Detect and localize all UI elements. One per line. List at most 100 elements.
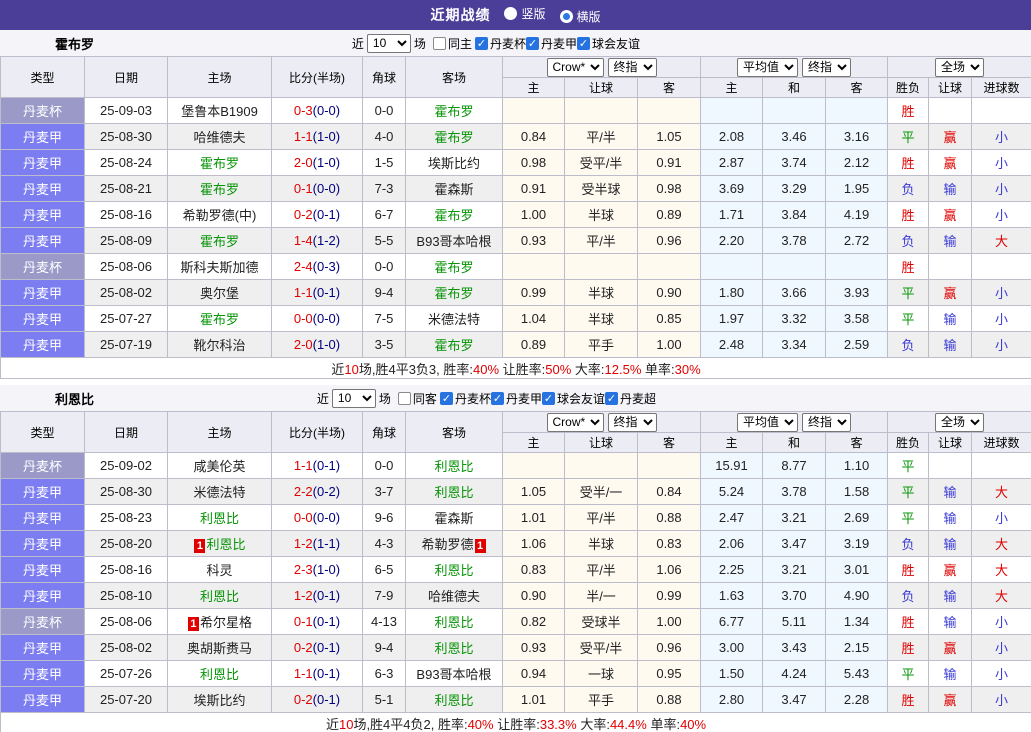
away-odds-cell: 0.84 <box>638 479 701 505</box>
radio-dot <box>563 13 570 20</box>
league-filter[interactable]: ✓丹麦杯 <box>440 390 491 407</box>
home-team-cell: 斯科夫斯加德 <box>168 254 272 280</box>
home-team-cell: 堡鲁本B1909 <box>168 98 272 124</box>
avg-home-cell: 15.91 <box>701 453 763 479</box>
corner-cell: 5-5 <box>363 228 406 254</box>
fulltime-score: 2-3 <box>294 562 313 577</box>
radio-icon[interactable] <box>504 7 517 20</box>
scope-select[interactable]: 全场 <box>935 413 984 432</box>
result-wdl-cell: 胜 <box>888 635 929 661</box>
result-goals-cell: 大 <box>972 557 1031 583</box>
league-checkbox[interactable]: ✓ <box>577 37 590 50</box>
home-team-cell: 奥尔堡 <box>168 280 272 306</box>
average-select[interactable]: 平均值 <box>737 58 798 77</box>
league-label: 丹麦甲 <box>541 35 577 52</box>
bookmaker-select[interactable]: Crow* <box>547 413 604 432</box>
league-checkbox[interactable]: ✓ <box>440 392 453 405</box>
halftime-score: (0-0) <box>313 311 340 326</box>
league-filter[interactable]: ✓丹麦甲 <box>491 390 542 407</box>
league-checkbox[interactable]: ✓ <box>526 37 539 50</box>
league-filter[interactable]: ✓球会友谊 <box>577 35 640 52</box>
league-checkbox[interactable]: ✓ <box>605 392 618 405</box>
league-filter[interactable]: ✓丹麦超 <box>605 390 656 407</box>
same-venue-filter[interactable]: 同客 <box>398 390 437 407</box>
avg-draw-cell: 3.84 <box>763 202 826 228</box>
away-team-cell: 霍布罗 <box>406 332 503 358</box>
bookmaker-select[interactable]: Crow* <box>547 58 604 77</box>
league-filter[interactable]: ✓丹麦杯 <box>475 35 526 52</box>
avg-draw-cell: 3.78 <box>763 228 826 254</box>
league-filter[interactable]: ✓丹麦甲 <box>526 35 577 52</box>
halftime-score: (1-0) <box>313 129 340 144</box>
avg-home-cell: 1.80 <box>701 280 763 306</box>
scope-select[interactable]: 全场 <box>935 58 984 77</box>
home-odds-cell: 0.83 <box>503 557 565 583</box>
score-cell: 1-1(0-1) <box>272 453 363 479</box>
league-checkbox[interactable]: ✓ <box>491 392 504 405</box>
team-label: 希尔星格 <box>200 615 252 630</box>
halftime-score: (0-1) <box>313 692 340 707</box>
home-odds-cell: 0.98 <box>503 150 565 176</box>
col-home: 主场 <box>168 57 272 98</box>
halftime-score: (0-0) <box>313 510 340 525</box>
average-stage-select[interactable]: 终指 <box>802 58 851 77</box>
handicap-cell: 半球 <box>565 306 638 332</box>
bookmaker-stage-select[interactable]: 终指 <box>608 58 657 77</box>
layout-radio[interactable]: 竖版 <box>504 5 545 22</box>
same-venue-checkbox[interactable] <box>433 37 446 50</box>
league-checkbox[interactable]: ✓ <box>475 37 488 50</box>
summary-segment: 让胜率: <box>494 717 540 732</box>
league-filter[interactable]: ✓球会友谊 <box>542 390 605 407</box>
handicap-cell: 半球 <box>565 531 638 557</box>
same-venue-checkbox[interactable] <box>398 392 411 405</box>
away-odds-cell: 0.96 <box>638 635 701 661</box>
halftime-score: (0-1) <box>313 614 340 629</box>
fulltime-score: 2-0 <box>294 155 313 170</box>
section-header: 霍布罗 近 10 场 同主 ✓丹麦杯✓丹麦甲✓球会友谊 <box>0 30 1031 56</box>
away-odds-cell: 1.05 <box>638 124 701 150</box>
match-row: 丹麦甲 25-07-26 利恩比 1-1(0-1) 6-3 B93哥本哈根 0.… <box>1 661 1031 687</box>
corner-cell: 4-13 <box>363 609 406 635</box>
fulltime-score: 1-2 <box>294 536 313 551</box>
fulltime-score: 0-2 <box>294 640 313 655</box>
radio-icon[interactable] <box>560 10 573 23</box>
result-goals-cell: 大 <box>972 531 1031 557</box>
result-goals-cell: 小 <box>972 687 1031 713</box>
layout-radio[interactable]: 横版 <box>560 8 601 25</box>
avg-draw-cell: 3.47 <box>763 531 826 557</box>
avg-away-cell: 2.12 <box>826 150 888 176</box>
match-row: 丹麦甲 25-08-16 希勒罗德(中) 0-2(0-1) 6-7 霍布罗 1.… <box>1 202 1031 228</box>
away-team-cell: B93哥本哈根 <box>406 228 503 254</box>
avg-home-cell: 2.20 <box>701 228 763 254</box>
same-venue-filter[interactable]: 同主 <box>433 35 472 52</box>
bookmaker-stage-select[interactable]: 终指 <box>608 413 657 432</box>
corner-cell: 7-3 <box>363 176 406 202</box>
average-stage-select[interactable]: 终指 <box>802 413 851 432</box>
fulltime-score: 0-0 <box>294 510 313 525</box>
average-select[interactable]: 平均值 <box>737 413 798 432</box>
competition-cell: 丹麦甲 <box>1 228 85 254</box>
date-cell: 25-08-02 <box>85 280 168 306</box>
match-row: 丹麦甲 25-08-10 利恩比 1-2(0-1) 7-9 哈维德夫 0.90 … <box>1 583 1031 609</box>
match-count-select[interactable]: 10 <box>367 34 411 53</box>
match-count-select[interactable]: 10 <box>332 389 376 408</box>
result-goals-cell <box>972 453 1031 479</box>
col-avg-home: 主 <box>701 433 763 453</box>
col-score: 比分(半场) <box>272 57 363 98</box>
result-wdl-cell: 平 <box>888 124 929 150</box>
date-cell: 25-08-06 <box>85 254 168 280</box>
match-row: 丹麦甲 25-08-09 霍布罗 1-4(1-2) 5-5 B93哥本哈根 0.… <box>1 228 1031 254</box>
result-group-header: 全场 <box>888 412 1031 433</box>
result-handicap-cell <box>929 453 972 479</box>
league-filters: ✓丹麦杯✓丹麦甲✓球会友谊✓丹麦超 <box>440 390 656 407</box>
red-card-badge: 1 <box>475 539 486 553</box>
fulltime-score: 0-1 <box>294 181 313 196</box>
result-wdl-cell: 平 <box>888 306 929 332</box>
score-cell: 0-0(0-0) <box>272 306 363 332</box>
league-checkbox[interactable]: ✓ <box>542 392 555 405</box>
avg-home-cell: 2.47 <box>701 505 763 531</box>
avg-home-cell: 5.24 <box>701 479 763 505</box>
avg-draw-cell <box>763 254 826 280</box>
away-team-cell: 霍布罗 <box>406 280 503 306</box>
match-row: 丹麦杯 25-08-06 斯科夫斯加德 2-4(0-3) 0-0 霍布罗 胜 <box>1 254 1031 280</box>
